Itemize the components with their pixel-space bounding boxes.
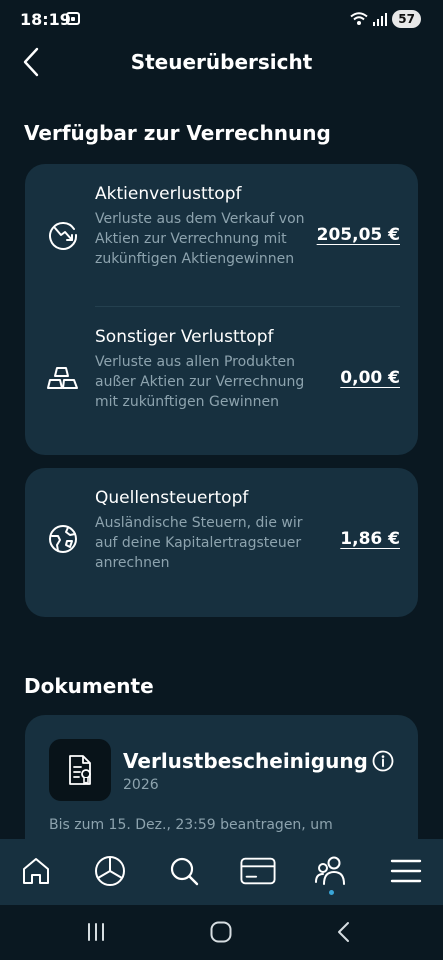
documents-section-title: Dokumente	[24, 674, 154, 698]
list-item[interactable]: Sonstiger Verlusttopf Verluste aus allen…	[25, 307, 418, 455]
nav-menu[interactable]	[388, 854, 424, 888]
row-description: Verluste aus allen Produkten außer Aktie…	[95, 354, 305, 410]
document-note: Bis zum 15. Dez., 23:59 beantragen, um	[49, 817, 333, 833]
row-description: Verluste aus dem Verkauf von Aktien zur …	[95, 211, 305, 267]
info-icon	[372, 750, 394, 772]
active-nav-indicator	[329, 890, 334, 895]
status-time: 18:19	[20, 10, 71, 29]
system-back-icon[interactable]	[335, 919, 353, 945]
status-icons: 57	[350, 10, 421, 28]
wifi-icon	[350, 12, 368, 25]
row-title: Sonstiger Verlusttopf	[95, 327, 274, 347]
card-icon	[240, 857, 276, 885]
portfolio-icon	[95, 856, 125, 886]
nav-portfolio[interactable]	[92, 854, 128, 888]
list-item[interactable]: Quellensteuertopf Ausländische Steuern, …	[25, 468, 418, 617]
screenshot-icon	[66, 12, 80, 25]
gold-bars-icon	[47, 367, 78, 389]
offset-section-title: Verfügbar zur Verrechnung	[24, 121, 331, 145]
bottom-nav	[0, 839, 443, 905]
people-icon	[315, 856, 345, 885]
document-title: Verlustbescheinigung	[123, 749, 368, 773]
signal-icon	[373, 13, 388, 26]
page-title: Steuerübersicht	[130, 50, 313, 74]
home-button-icon[interactable]	[209, 919, 233, 945]
battery-indicator: 57	[392, 10, 421, 28]
chart-down-icon	[49, 222, 78, 250]
row-title: Aktienverlusttopf	[95, 184, 242, 204]
nav-search[interactable]	[166, 854, 202, 888]
loss-pots-card: Aktienverlusttopf Verluste aus dem Verka…	[25, 164, 418, 455]
search-icon	[170, 857, 199, 886]
amount-link[interactable]: 1,86 €	[340, 529, 400, 549]
document-icon-box	[49, 739, 111, 801]
system-nav-bar	[0, 905, 443, 960]
certificate-icon	[69, 755, 91, 785]
globe-icon	[49, 525, 77, 553]
nav-home[interactable]	[18, 854, 54, 888]
home-icon	[23, 858, 49, 884]
withholding-tax-card: Quellensteuertopf Ausländische Steuern, …	[25, 468, 418, 617]
document-year: 2026	[123, 777, 159, 793]
amount-link[interactable]: 205,05 €	[317, 225, 400, 245]
status-bar: 18:19 57	[0, 0, 443, 40]
nav-people[interactable]	[313, 854, 349, 888]
recent-apps-icon[interactable]	[86, 919, 106, 945]
top-bar: Steuerübersicht	[0, 40, 443, 84]
nav-card[interactable]	[240, 854, 276, 888]
row-description: Ausländische Steuern, die wir auf deine …	[95, 515, 303, 571]
row-title: Quellensteuertopf	[95, 488, 249, 508]
amount-link[interactable]: 0,00 €	[340, 368, 400, 388]
list-item[interactable]: Aktienverlusttopf Verluste aus dem Verka…	[25, 164, 418, 307]
info-button[interactable]	[372, 750, 394, 772]
menu-icon	[390, 859, 422, 883]
